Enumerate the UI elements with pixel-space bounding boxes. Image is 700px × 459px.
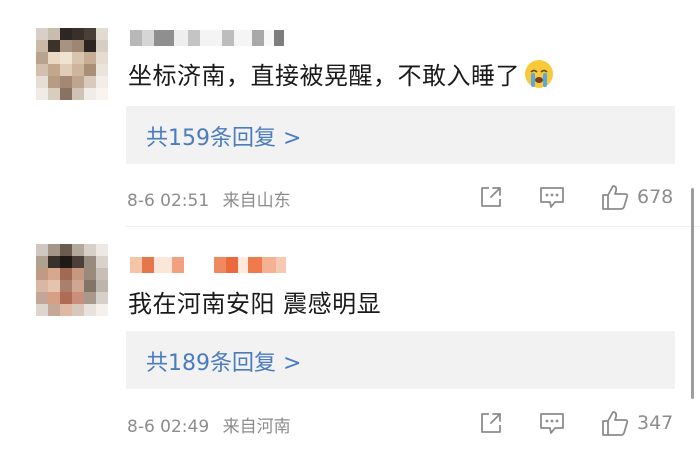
comment-button[interactable] (538, 410, 566, 436)
comment-actions: 347 (470, 407, 673, 439)
comment-item: 我在河南安阳 震感明显 共189条回复 > 8-6 02:49 来自河南 347 (0, 0, 700, 459)
share-icon (481, 413, 501, 433)
comment-icon (540, 413, 564, 434)
like-button[interactable]: 347 (600, 409, 673, 437)
view-replies-button[interactable]: 共189条回复 > (126, 331, 675, 389)
scrollbar[interactable] (691, 188, 694, 399)
comment-meta: 8-6 02:49 来自河南 (127, 412, 291, 437)
comment-location: 来自河南 (222, 417, 291, 437)
like-count: 347 (637, 412, 674, 434)
replies-label: 共189条回复 > (146, 351, 302, 376)
comment-text: 我在河南安阳 震感明显 (128, 284, 381, 319)
share-button[interactable] (478, 410, 504, 436)
avatar[interactable] (36, 244, 108, 316)
comment-body: 我在河南安阳 震感明显 (128, 290, 382, 318)
thumbs-up-icon (602, 411, 629, 436)
username-redacted[interactable] (130, 257, 286, 275)
comment-date: 8-6 02:49 (127, 417, 210, 437)
